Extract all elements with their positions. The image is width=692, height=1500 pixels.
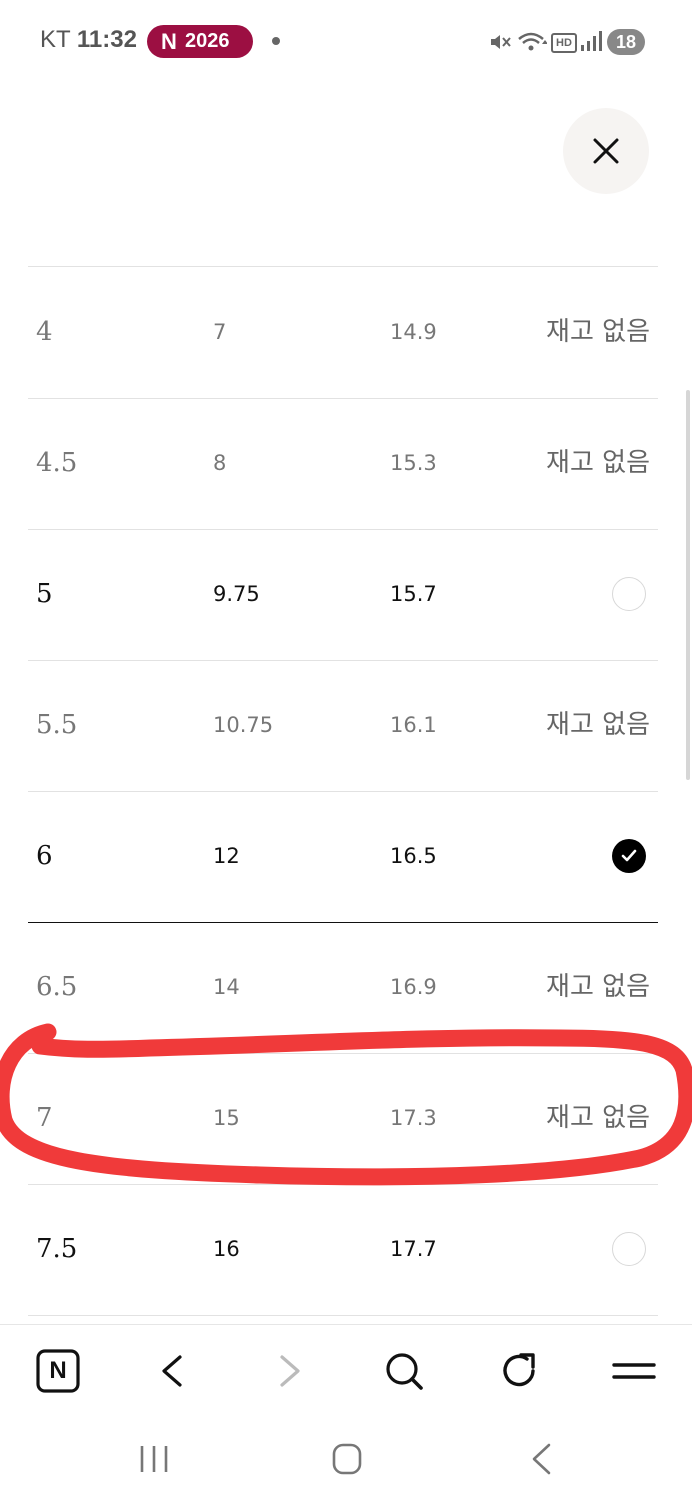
- checkmark-icon: [621, 849, 637, 862]
- battery-level: 18: [615, 32, 637, 52]
- size-value: 4.5: [36, 448, 78, 478]
- measurement-b: 12: [213, 844, 240, 868]
- back-arrow-icon: [532, 1443, 551, 1475]
- measurement-c: 15.7: [390, 582, 437, 606]
- measurement-c: 14.9: [390, 320, 437, 344]
- refresh-icon: [503, 1353, 535, 1387]
- out-of-stock-label: 재고 없음: [546, 448, 650, 478]
- table-row: 5.5 10.75 16.1 재고 없음: [28, 660, 658, 792]
- system-back-button[interactable]: [516, 1434, 566, 1484]
- status-bar: KT 11:32 N 2026 HD 18: [0, 0, 692, 82]
- chevron-right-icon: [280, 1355, 300, 1387]
- measurement-c: 15.3: [390, 451, 437, 475]
- clock: 11:32: [76, 26, 137, 53]
- measurement-c: 17.7: [390, 1237, 437, 1261]
- notification-dot-icon: [272, 37, 280, 45]
- measurement-b: 8: [213, 451, 227, 475]
- back-button[interactable]: [144, 1343, 200, 1399]
- forward-button[interactable]: [262, 1343, 318, 1399]
- size-value: 7: [36, 1103, 53, 1133]
- scrollbar[interactable]: [686, 390, 690, 780]
- notification-badge-text: 2026: [185, 30, 230, 52]
- measurement-b: 16: [213, 1237, 240, 1261]
- out-of-stock-label: 재고 없음: [546, 972, 650, 1002]
- out-of-stock-label: 재고 없음: [546, 710, 650, 740]
- battery-icon: 18: [607, 29, 645, 55]
- hd-label: HD: [556, 37, 572, 49]
- close-icon: [593, 138, 619, 164]
- home-button[interactable]: [322, 1434, 372, 1484]
- wifi-icon: [518, 32, 547, 51]
- out-of-stock-label: 재고 없음: [546, 1103, 650, 1133]
- table-row: 7 15 17.3 재고 없음: [28, 1053, 658, 1185]
- mute-icon: [491, 35, 511, 49]
- size-value: 7.5: [36, 1234, 78, 1264]
- table-row-size-6-selected[interactable]: 6 12 16.5: [28, 791, 658, 923]
- hamburger-menu-icon: [612, 1363, 656, 1379]
- out-of-stock-label: 재고 없음: [546, 317, 650, 347]
- size-radio-unchecked[interactable]: [612, 577, 646, 611]
- table-row-size-5[interactable]: 5 9.75 15.7: [28, 529, 658, 661]
- naver-home-letter: N: [49, 1357, 67, 1384]
- measurement-c: 16.9: [390, 975, 437, 999]
- search-icon: [386, 1353, 423, 1390]
- size-value: 6.5: [36, 972, 78, 1002]
- carrier-label: KT: [40, 26, 71, 53]
- search-button[interactable]: [376, 1343, 432, 1399]
- size-value: 6: [36, 841, 53, 871]
- measurement-c: 17.3: [390, 1106, 437, 1130]
- home-icon: [332, 1443, 362, 1475]
- table-row: 4.5 8 15.3 재고 없음: [28, 398, 658, 530]
- measurement-b: 10.75: [213, 713, 274, 737]
- measurement-c: 16.1: [390, 713, 437, 737]
- measurement-b: 15: [213, 1106, 240, 1130]
- naver-home-button[interactable]: N: [30, 1343, 86, 1399]
- table-row: 4 7 14.9 재고 없음: [28, 267, 658, 399]
- table-row-partial: [28, 166, 658, 267]
- size-radio-unchecked[interactable]: [612, 1232, 646, 1266]
- size-value: 5: [36, 579, 53, 609]
- notification-badge: N 2026: [147, 25, 253, 58]
- measurement-b: 7: [213, 320, 227, 344]
- browser-toolbar: N: [0, 1324, 692, 1415]
- refresh-button[interactable]: [491, 1343, 547, 1399]
- netflix-icon: N: [161, 29, 177, 54]
- size-value: 4: [36, 317, 53, 347]
- signal-icon: [581, 31, 602, 51]
- measurement-c: 16.5: [390, 844, 437, 868]
- chevron-left-icon: [162, 1355, 182, 1387]
- size-radio-checked[interactable]: [612, 839, 646, 873]
- carrier-time: KT 11:32: [40, 26, 137, 54]
- hd-network-icon: HD: [551, 33, 577, 53]
- size-value: 5.5: [36, 710, 78, 740]
- measurement-b: 14: [213, 975, 240, 999]
- recent-apps-button[interactable]: [129, 1434, 179, 1484]
- system-navigation-bar: [0, 1414, 692, 1500]
- table-row: 6.5 14 16.9 재고 없음: [28, 922, 658, 1054]
- measurement-b: 9.75: [213, 582, 260, 606]
- recent-apps-icon: [140, 1446, 168, 1472]
- table-row-size-7-5[interactable]: 7.5 16 17.7: [28, 1184, 658, 1316]
- menu-button[interactable]: [606, 1343, 662, 1399]
